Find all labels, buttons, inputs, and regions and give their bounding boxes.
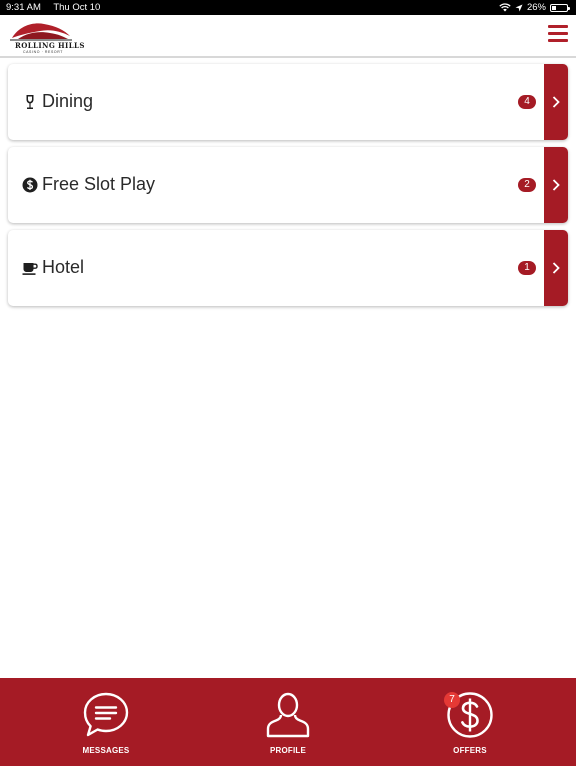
chevron-right-icon: [552, 96, 560, 108]
casino-logo[interactable]: ROLLING HILLS CASINO · RESORT: [6, 19, 84, 55]
tab-profile[interactable]: PROFILE: [218, 678, 358, 766]
status-right: 26%: [499, 0, 570, 15]
count-badge: 1: [518, 261, 536, 275]
wine-glass-icon: [26, 95, 34, 109]
offers-count-badge: 7: [444, 692, 460, 708]
status-bar: 9:31 AM Thu Oct 10 26%: [0, 0, 576, 15]
dollar-coin-icon: [22, 177, 38, 193]
status-left: 9:31 AM Thu Oct 10: [6, 0, 110, 15]
chevron-right-button[interactable]: [544, 230, 568, 306]
battery-fill: [552, 5, 556, 10]
count-badge: 4: [518, 95, 536, 109]
menu-line: [548, 39, 568, 42]
hamburger-menu-icon[interactable]: [548, 25, 568, 43]
tab-offers[interactable]: 7 OFFERS: [400, 678, 540, 766]
chevron-right-icon: [552, 179, 560, 191]
person-icon: [266, 692, 310, 738]
category-label: Dining: [42, 91, 94, 111]
location-arrow-icon: [515, 4, 523, 11]
logo-subtitle: CASINO · RESORT: [23, 50, 64, 54]
tab-messages[interactable]: MESSAGES: [36, 678, 176, 766]
bottom-tab-bar: MESSAGES PROFILE 7 OFFERS: [0, 678, 576, 766]
tab-label: PROFILE: [269, 746, 307, 755]
coffee-cup-icon: [22, 263, 38, 275]
menu-line: [548, 32, 568, 35]
count-badge: 2: [518, 178, 536, 192]
battery-icon: [550, 3, 570, 12]
status-time: 9:31 AM: [6, 2, 41, 13]
chevron-right-icon: [552, 262, 560, 274]
category-card-hotel[interactable]: Hotel 1: [8, 230, 568, 306]
app-header: ROLLING HILLS CASINO · RESORT: [0, 15, 576, 58]
logo-hills-icon: [10, 23, 72, 41]
category-label: Hotel: [42, 257, 85, 277]
wifi-icon: [499, 3, 511, 12]
menu-line: [548, 25, 568, 28]
status-date: Thu Oct 10: [53, 2, 101, 13]
tab-label: MESSAGES: [82, 746, 130, 755]
tab-label: OFFERS: [453, 746, 487, 755]
chevron-right-button[interactable]: [544, 64, 568, 140]
category-card-free-slot-play[interactable]: Free Slot Play 2: [8, 147, 568, 223]
battery-percent: 26%: [526, 2, 546, 13]
logo-title: ROLLING HILLS: [15, 41, 85, 50]
category-label: Free Slot Play: [42, 174, 156, 194]
chevron-right-button[interactable]: [544, 147, 568, 223]
category-card-dining[interactable]: Dining 4: [8, 64, 568, 140]
chat-bubble-icon: [83, 692, 129, 737]
